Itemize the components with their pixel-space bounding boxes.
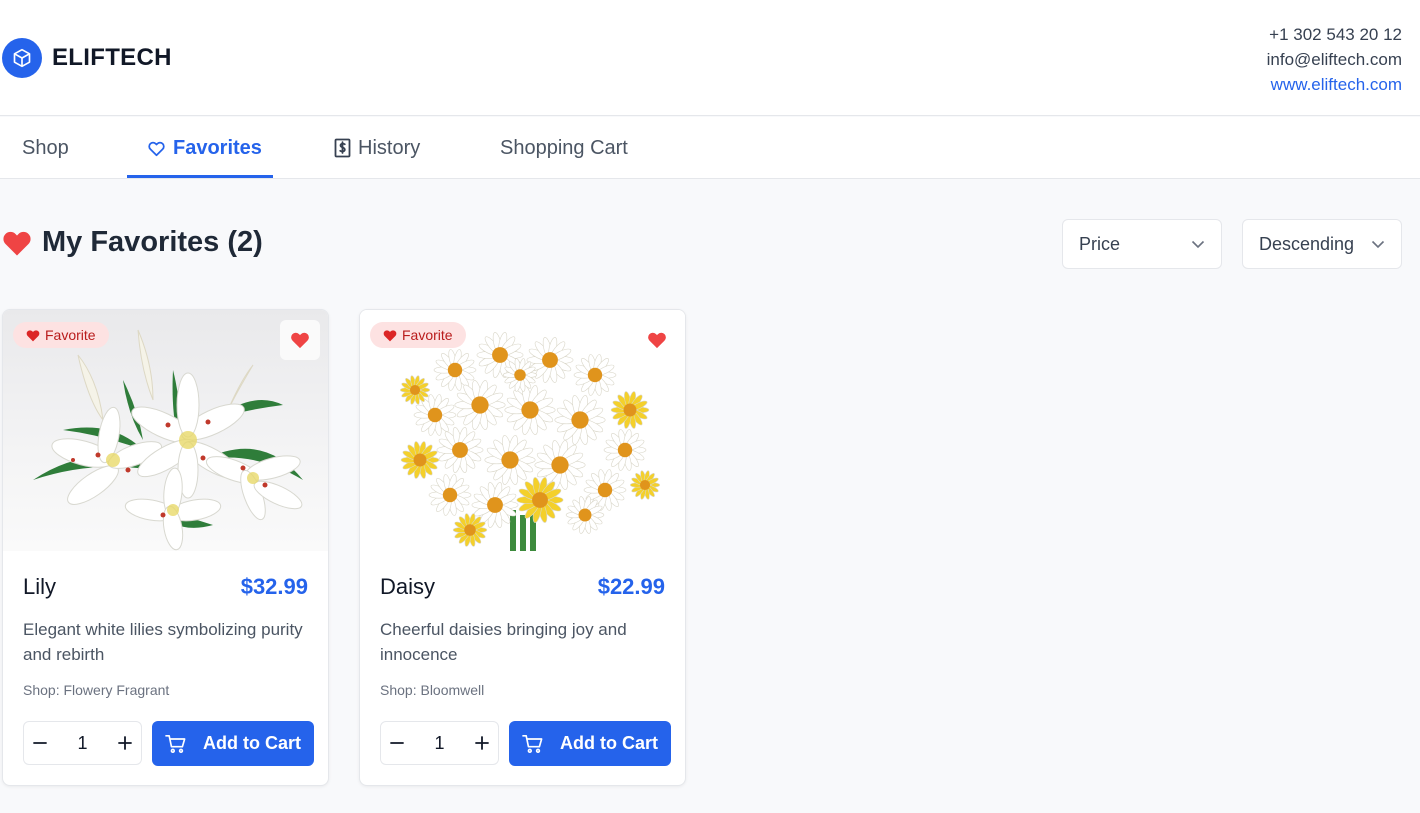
contact-email: info@eliftech.com [1266,50,1402,69]
tab-shopping-cart[interactable]: Shopping Cart [500,117,628,179]
sort-order-value: Descending [1259,233,1355,254]
tab-shop[interactable]: Shop [22,117,69,179]
product-shop: Shop: Bloomwell [380,682,485,698]
quantity-value[interactable]: 1 [77,733,87,754]
favorite-badge-label: Favorite [45,327,96,343]
sort-field-select[interactable]: Price [1062,219,1222,269]
quantity-value[interactable]: 1 [434,733,444,754]
favorite-badge: Favorite [13,322,109,348]
contact-info: +1 302 543 20 12 info@eliftech.com www.e… [1267,22,1402,97]
heart-icon [26,329,40,341]
favorite-badge-label: Favorite [402,327,453,343]
quantity-stepper: 1 [380,721,499,765]
add-to-cart-button[interactable]: Add to Cart [152,721,314,766]
cart-icon [165,734,186,753]
sort-field-value: Price [1079,233,1121,254]
favorite-badge: Favorite [370,322,466,348]
heart-icon [3,231,31,255]
tab-label: Favorites [173,136,262,159]
active-tab-indicator [127,175,273,178]
add-to-cart-button[interactable]: Add to Cart [509,721,671,766]
product-image[interactable]: Favorite [3,310,328,551]
tab-label: Shop [22,136,69,159]
plus-icon[interactable] [474,735,490,751]
minus-icon[interactable] [389,735,405,751]
nav-tabs: Shop Favorites History Shopping Cart [0,117,1420,179]
favorite-toggle-button[interactable] [280,320,320,360]
tab-favorites[interactable]: Favorites [147,117,262,179]
product-card: Favorite Daisy $22.99 Cheerful daisies b… [359,309,686,786]
product-price: $32.99 [240,574,308,599]
product-shop: Shop: Flowery Fragrant [23,682,170,698]
product-description: Elegant white lilies symbolizing purity … [23,620,303,664]
contact-phone: +1 302 543 20 12 [1269,25,1402,44]
product-name: Lily [23,574,57,599]
product-name: Daisy [380,574,436,599]
brand-logo[interactable]: ELIFTECH [2,38,172,78]
brand-name: ELIFTECH [52,44,172,71]
cart-icon [522,734,543,753]
favorite-toggle-button[interactable] [637,320,677,360]
product-price: $22.99 [597,574,665,599]
page-header: My Favorites (2) [2,226,263,259]
chevron-down-icon [1191,240,1205,248]
product-description: Cheerful daisies bringing joy and innoce… [380,620,627,664]
tab-label: Shopping Cart [500,136,628,159]
chevron-down-icon [1371,240,1385,248]
minus-icon[interactable] [32,735,48,751]
heart-icon [648,332,666,349]
add-to-cart-label: Add to Cart [203,733,301,753]
add-to-cart-label: Add to Cart [560,733,658,753]
contact-website-link[interactable]: www.eliftech.com [1267,72,1402,97]
tab-history[interactable]: History [334,117,420,179]
product-card: Favorite Lily $32.99 Elegant white lilie… [2,309,329,786]
quantity-stepper: 1 [23,721,142,765]
header: ELIFTECH +1 302 543 20 12 info@eliftech.… [0,0,1420,116]
box-icon [2,38,42,78]
heart-icon [291,332,309,349]
heart-icon [383,329,397,341]
heart-outline-icon [148,141,165,156]
product-image[interactable]: Favorite [360,310,685,551]
tab-label: History [358,136,421,159]
sort-order-select[interactable]: Descending [1242,219,1402,269]
receipt-dollar-icon [334,138,351,158]
plus-icon[interactable] [117,735,133,751]
page-title: My Favorites (2) [42,226,263,258]
